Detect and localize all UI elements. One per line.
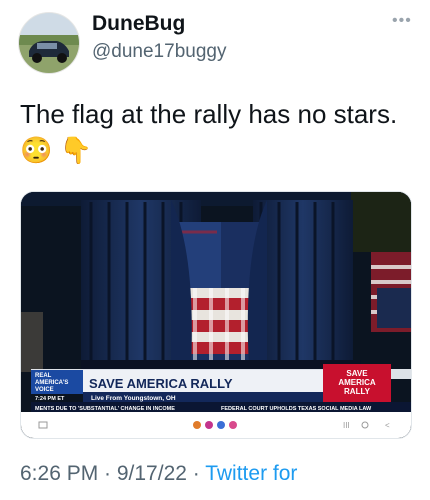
tweet-time[interactable]: 6:26 PM · 9/17/22 · bbox=[20, 462, 205, 485]
tweet-source[interactable]: Twitter for bbox=[205, 462, 297, 485]
badge-line2: AMERICA bbox=[338, 378, 376, 387]
tweet-media[interactable]: REAL AMERICA'S VOICE SAVE AMERICA RALLY … bbox=[20, 191, 412, 439]
network-logo-line3: VOICE bbox=[35, 387, 54, 393]
ticker-right: FEDERAL COURT UPHOLDS TEXAS SOCIAL MEDIA… bbox=[221, 406, 372, 412]
svg-text:III: III bbox=[343, 421, 350, 430]
subhead: Live From Youngstown, OH bbox=[91, 395, 176, 402]
tweet-text: The flag at the rally has no stars. 😳 👇 bbox=[20, 99, 398, 165]
display-name[interactable]: DuneBug bbox=[92, 12, 185, 36]
broadcast-screenshot: REAL AMERICA'S VOICE SAVE AMERICA RALLY … bbox=[21, 192, 411, 438]
headline: SAVE AMERICA RALLY bbox=[89, 376, 233, 391]
ticker-left: MENTS DUE TO 'SUBSTANTIAL' CHANGE IN INC… bbox=[35, 406, 175, 412]
car-photo-icon bbox=[19, 13, 79, 73]
broadcast-time: 7:24 PM ET bbox=[35, 396, 65, 402]
tweet-header: DuneBug @dune17buggy ••• bbox=[0, 0, 430, 90]
badge-line1: SAVE bbox=[346, 369, 368, 378]
badge-line3: RALLY bbox=[344, 387, 371, 396]
avatar[interactable] bbox=[18, 12, 80, 74]
user-handle[interactable]: @dune17buggy bbox=[92, 41, 226, 63]
curtain-right bbox=[253, 200, 353, 368]
network-logo-line2: AMERICA'S bbox=[35, 380, 68, 386]
network-logo-line1: REAL bbox=[35, 373, 52, 379]
more-options-icon[interactable]: ••• bbox=[392, 12, 412, 30]
tweet-meta: 6:26 PM · 9/17/22 · Twitter for bbox=[20, 462, 297, 486]
svg-text:<: < bbox=[385, 421, 390, 430]
